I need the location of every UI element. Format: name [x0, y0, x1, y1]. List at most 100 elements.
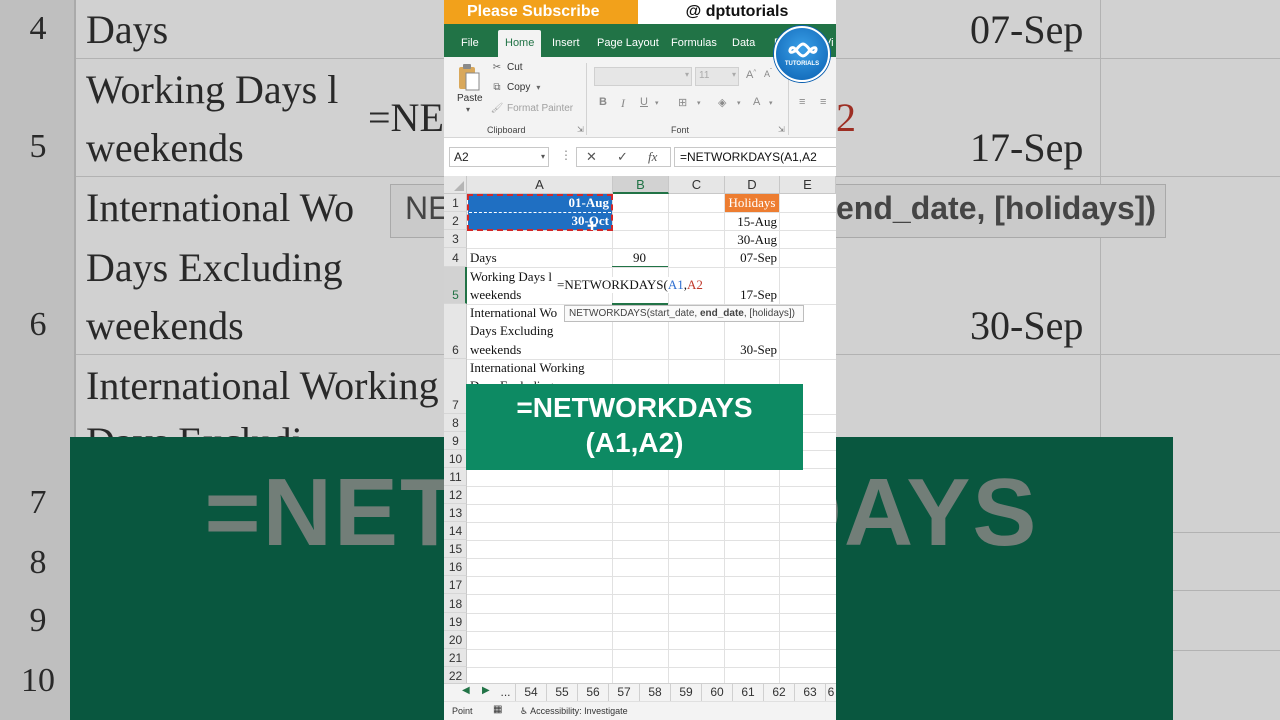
- cell-a5-line[interactable]: Working Days l: [470, 269, 552, 285]
- row-header[interactable]: 2: [444, 212, 467, 230]
- cancel-icon[interactable]: ✕: [586, 149, 597, 165]
- tab-formulas[interactable]: Formulas: [671, 24, 717, 57]
- cell-d2[interactable]: 15-Aug: [725, 214, 777, 230]
- row-header[interactable]: 7: [444, 359, 467, 414]
- underline-icon[interactable]: U: [640, 96, 648, 108]
- font-size-box[interactable]: 11 ▾: [695, 67, 739, 86]
- cell-a7-line[interactable]: International Working: [470, 360, 585, 376]
- macro-record-icon[interactable]: ▦: [493, 704, 502, 715]
- align-left-icon[interactable]: ≡: [799, 96, 805, 108]
- row-header[interactable]: 16: [444, 558, 467, 576]
- column-header-a[interactable]: A: [467, 176, 613, 194]
- row-header[interactable]: 6: [444, 304, 467, 359]
- tab-file[interactable]: File: [461, 24, 479, 57]
- row-header[interactable]: 22: [444, 667, 467, 683]
- cell-a4[interactable]: Days: [470, 250, 497, 266]
- cell-d3[interactable]: 30-Aug: [725, 232, 777, 248]
- italic-icon[interactable]: I: [621, 96, 625, 111]
- more-icon[interactable]: ⋮: [560, 148, 572, 162]
- name-box[interactable]: A2 ▾: [449, 147, 549, 167]
- row-header[interactable]: 13: [444, 504, 467, 522]
- chevron-down-icon[interactable]: ▾: [769, 99, 773, 107]
- confirm-icon[interactable]: ✓: [617, 149, 628, 165]
- cell-d4[interactable]: 07-Sep: [725, 250, 777, 266]
- cell-d5[interactable]: 17-Sep: [725, 287, 777, 303]
- borders-icon[interactable]: ⊞: [678, 96, 687, 109]
- row-header[interactable]: 21: [444, 649, 467, 667]
- grow-font-icon[interactable]: A^: [746, 69, 756, 81]
- sheet-tab[interactable]: 6: [826, 684, 836, 701]
- row-header[interactable]: 9: [444, 432, 467, 450]
- sheet-tab[interactable]: 56: [578, 684, 609, 701]
- row-header[interactable]: 8: [444, 414, 467, 432]
- column-header-c[interactable]: C: [669, 176, 725, 194]
- fill-color-icon[interactable]: ◈: [718, 96, 726, 109]
- accessibility-button[interactable]: ♿︎ Accessibility: Investigate: [520, 706, 628, 717]
- font-color-icon[interactable]: A: [753, 96, 760, 108]
- row-header[interactable]: 19: [444, 613, 467, 631]
- formula-input[interactable]: =NETWORKDAYS(A1,A2: [674, 147, 836, 167]
- cell-a5-line[interactable]: weekends: [470, 287, 521, 303]
- sheet-tab[interactable]: 63: [795, 684, 826, 701]
- cell-d6[interactable]: 30-Sep: [725, 342, 777, 358]
- font-name-box[interactable]: ▾: [594, 67, 692, 86]
- cell-b5-edit[interactable]: =NETWORKDAYS(A1,A2: [557, 277, 705, 293]
- row-header[interactable]: 11: [444, 468, 467, 486]
- chevron-down-icon[interactable]: ▾: [466, 105, 470, 114]
- cut-button[interactable]: ✂ Cut: [490, 62, 523, 73]
- align-center-icon[interactable]: ≡: [820, 96, 826, 108]
- chevron-down-icon[interactable]: ▾: [732, 70, 736, 79]
- chevron-down-icon[interactable]: ▾: [541, 148, 545, 166]
- tab-data[interactable]: Data: [732, 24, 755, 57]
- row-header[interactable]: 20: [444, 631, 467, 649]
- row-header[interactable]: 18: [444, 594, 467, 613]
- cell-a6-line[interactable]: Days Excluding: [470, 323, 553, 339]
- shrink-font-icon[interactable]: Aˇ: [764, 69, 772, 79]
- sheet-tab[interactable]: 61: [733, 684, 764, 701]
- chevron-down-icon[interactable]: ▾: [737, 99, 741, 107]
- insert-function-icon[interactable]: fx: [648, 149, 657, 165]
- select-all-button[interactable]: [444, 176, 467, 194]
- row-header[interactable]: 12: [444, 486, 467, 504]
- next-sheet-icon[interactable]: ▶: [482, 685, 490, 696]
- chevron-down-icon[interactable]: ▾: [536, 83, 540, 92]
- column-header-d[interactable]: D: [725, 176, 780, 194]
- paste-icon[interactable]: [458, 63, 480, 91]
- row-header[interactable]: 5: [444, 267, 467, 304]
- sheet-tab[interactable]: 59: [671, 684, 702, 701]
- chevron-down-icon[interactable]: ▾: [655, 99, 659, 107]
- column-header-b[interactable]: B: [613, 176, 669, 194]
- sheet-tab-more[interactable]: ...: [496, 684, 516, 701]
- sheet-tab[interactable]: 62: [764, 684, 795, 701]
- sheet-tab[interactable]: 57: [609, 684, 640, 701]
- sheet-tab[interactable]: 54: [516, 684, 547, 701]
- chevron-down-icon[interactable]: ▾: [697, 99, 701, 107]
- column-header-e[interactable]: E: [780, 176, 836, 194]
- chevron-down-icon[interactable]: ▾: [685, 70, 689, 79]
- format-painter-button[interactable]: 🖌 Format Painter: [490, 103, 574, 114]
- cell-a6-line[interactable]: weekends: [470, 342, 521, 358]
- row-header[interactable]: 14: [444, 522, 467, 540]
- cell-a6-line[interactable]: International Wo: [470, 305, 557, 321]
- tab-page-layout[interactable]: Page Layout: [597, 24, 659, 57]
- row-header[interactable]: 15: [444, 540, 467, 558]
- subscribe-banner[interactable]: Please Subscribe: [444, 0, 638, 24]
- cell-b4[interactable]: 90: [614, 250, 646, 266]
- tab-insert[interactable]: Insert: [552, 24, 580, 57]
- dialog-launcher-icon[interactable]: ⇲: [577, 125, 584, 134]
- paste-label[interactable]: Paste: [457, 93, 483, 104]
- sheet-tab[interactable]: 58: [640, 684, 671, 701]
- sheet-tab[interactable]: 55: [547, 684, 578, 701]
- row-header[interactable]: 4: [444, 248, 467, 267]
- cell-d1[interactable]: Holidays: [725, 194, 779, 212]
- dialog-launcher-icon[interactable]: ⇲: [778, 125, 785, 134]
- tab-home[interactable]: Home: [498, 30, 542, 57]
- row-header[interactable]: 1: [444, 194, 467, 212]
- row-header[interactable]: 3: [444, 230, 467, 248]
- sheet-tab[interactable]: 60: [702, 684, 733, 701]
- prev-sheet-icon[interactable]: ◀: [462, 685, 470, 696]
- row-header[interactable]: 10: [444, 450, 467, 468]
- row-header[interactable]: 17: [444, 576, 467, 594]
- copy-button[interactable]: ⧉ Copy ▾: [490, 82, 540, 93]
- bold-icon[interactable]: B: [599, 96, 607, 108]
